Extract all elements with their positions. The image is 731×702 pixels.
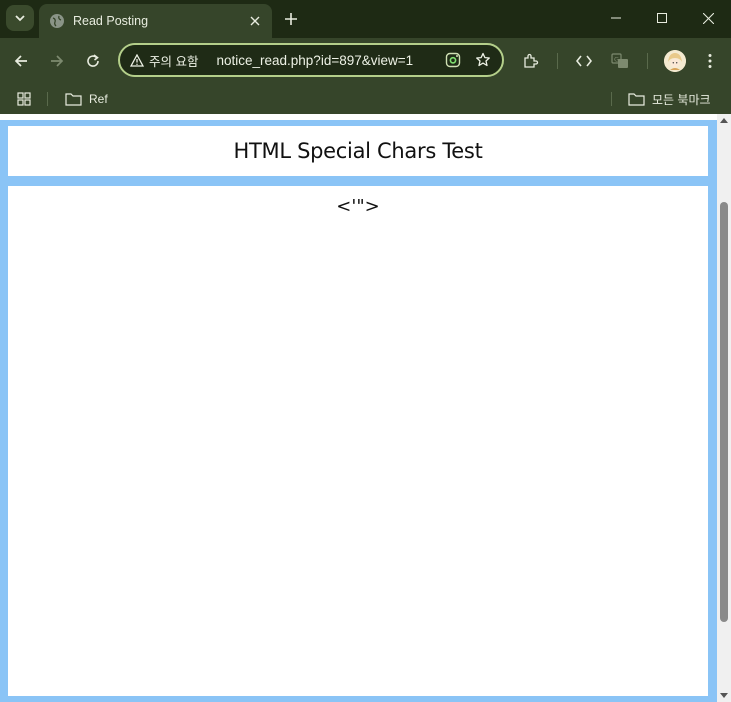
title-bar: Read Posting (0, 0, 731, 38)
bookmarks-divider (47, 92, 48, 106)
page-frame: HTML Special Chars Test <'"> (0, 120, 717, 702)
back-button[interactable] (9, 49, 33, 73)
profile-avatar[interactable] (664, 50, 686, 72)
minimize-icon (611, 17, 621, 19)
close-window-button[interactable] (685, 0, 731, 36)
browser-tab[interactable]: Read Posting (39, 4, 272, 38)
arrow-right-icon (51, 55, 64, 67)
bookmarks-bar: Ref 모든 북마크 (0, 84, 731, 114)
scrollbar-thumb[interactable] (720, 202, 728, 622)
forward-button[interactable] (45, 49, 69, 73)
bookmark-star-icon[interactable] (472, 49, 494, 71)
bookmark-folder-ref[interactable]: Ref (65, 89, 108, 109)
menu-button[interactable] (698, 49, 722, 73)
translate-icon[interactable]: G (608, 49, 632, 73)
scroll-up-arrow-icon[interactable] (720, 118, 728, 123)
avatar-icon (664, 50, 686, 72)
posting-title: HTML Special Chars Test (233, 139, 483, 163)
url-text[interactable]: notice_read.php?id=897&view=1 (216, 53, 442, 68)
google-lens-icon[interactable] (442, 49, 464, 71)
scroll-down-arrow-icon[interactable] (720, 693, 728, 698)
maximize-button[interactable] (639, 0, 685, 36)
globe-icon (50, 14, 64, 28)
page-scrollbar[interactable] (717, 114, 731, 702)
address-bar[interactable]: 주의 요함 notice_read.php?id=897&view=1 (118, 43, 504, 77)
reload-button[interactable] (81, 49, 105, 73)
reload-icon (87, 54, 99, 67)
chevron-down-icon (15, 15, 25, 22)
posting-body: <'"> (8, 186, 708, 696)
all-bookmarks-button[interactable]: 모든 북마크 (628, 89, 711, 109)
bookmark-label: Ref (89, 92, 108, 106)
toolbar-divider (557, 53, 558, 69)
new-tab-button[interactable] (281, 9, 301, 29)
posting-content: <'"> (336, 196, 380, 217)
apps-grid-icon (17, 92, 31, 106)
close-icon (702, 12, 714, 24)
more-vert-icon (708, 54, 712, 68)
arrow-left-icon (14, 55, 27, 67)
posting-header: HTML Special Chars Test (8, 126, 708, 176)
security-label: 주의 요함 (149, 54, 199, 69)
svg-text:G: G (614, 56, 619, 64)
maximize-icon (657, 13, 667, 23)
close-tab-icon[interactable] (246, 12, 264, 30)
security-indicator[interactable]: 주의 요함 (130, 51, 198, 70)
apps-button[interactable] (17, 89, 38, 109)
folder-icon (65, 93, 82, 106)
plus-icon (285, 13, 297, 25)
page-viewport: HTML Special Chars Test <'"> (0, 114, 717, 702)
toolbar-divider (647, 53, 648, 69)
browser-toolbar: 주의 요함 notice_read.php?id=897&view=1 G (0, 38, 731, 84)
folder-icon (628, 93, 645, 106)
all-bookmarks-label: 모든 북마크 (652, 92, 711, 107)
minimize-button[interactable] (593, 0, 639, 36)
tab-search-button[interactable] (6, 5, 34, 31)
bookmarks-divider (611, 92, 612, 106)
warning-icon (130, 53, 144, 67)
tab-title: Read Posting (73, 14, 149, 28)
extensions-icon[interactable] (519, 49, 543, 73)
code-icon[interactable] (572, 49, 596, 73)
